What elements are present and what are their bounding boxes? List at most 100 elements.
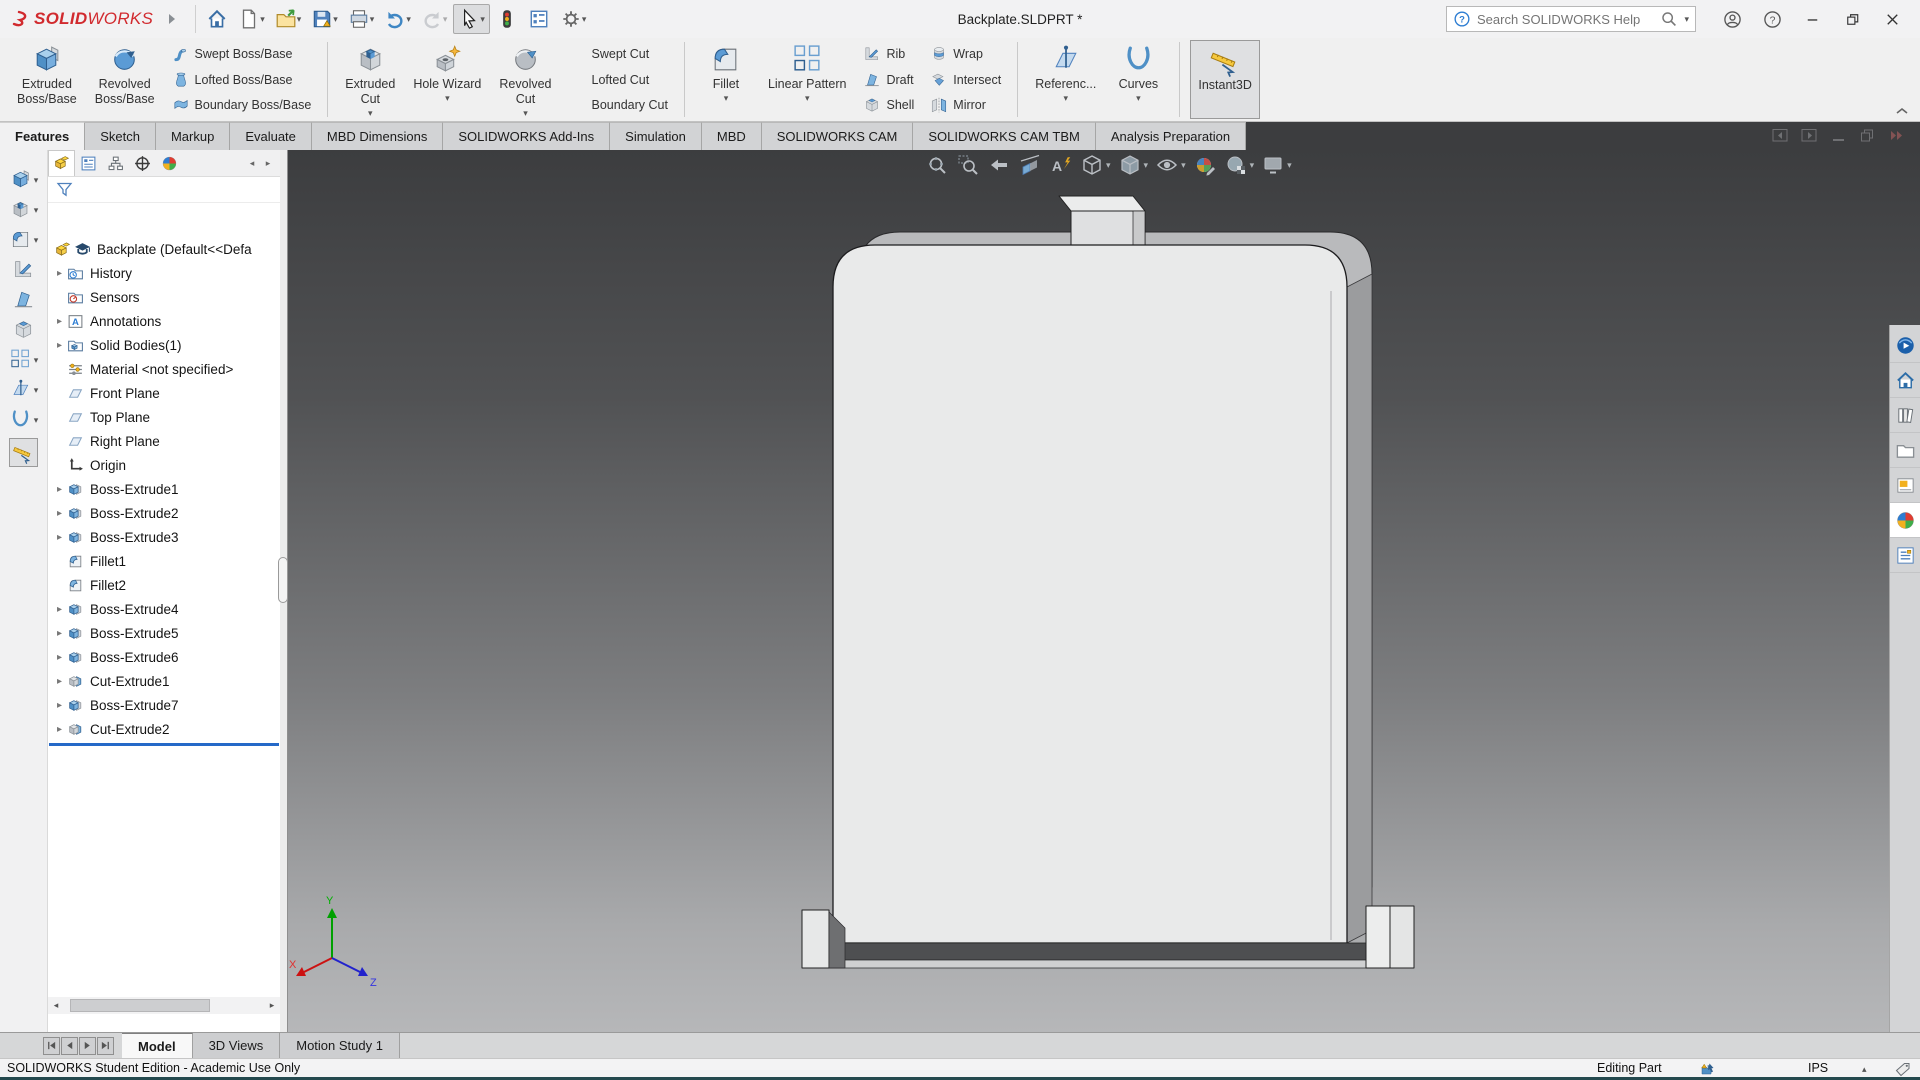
revolved-boss-base-button[interactable]: Revolved Boss/Base (88, 40, 162, 119)
tree-item-boss-extrude5[interactable]: ▸ Boss-Extrude5 (48, 621, 280, 645)
draft-button[interactable]: Draft (859, 70, 918, 90)
expand-arrow-icon[interactable]: ▸ (52, 268, 67, 279)
nav-first-button[interactable] (43, 1036, 60, 1055)
tree-item-boss-extrude6[interactable]: ▸ Boss-Extrude6 (48, 645, 280, 669)
save-button[interactable]: ▾ (307, 5, 342, 33)
open-document-caret-icon[interactable]: ▾ (297, 14, 302, 24)
task-pane-appearances-scenes-button[interactable] (1890, 503, 1920, 538)
close-button[interactable] (1872, 2, 1912, 36)
settings-gear-caret-icon[interactable]: ▾ (582, 14, 587, 24)
doc-tab-3d-views[interactable]: 3D Views (192, 1033, 281, 1058)
tree-item-top-plane[interactable]: Top Plane (48, 405, 280, 429)
tree-item-fillet2[interactable]: Fillet2 (48, 573, 280, 597)
section-view-button[interactable] (1018, 153, 1042, 177)
nav-next-button[interactable] (79, 1036, 96, 1055)
apply-scene-caret-icon[interactable]: ▾ (1250, 160, 1255, 170)
select-cursor-button[interactable]: ▾ (453, 4, 490, 34)
extruded-boss-caret-icon[interactable]: ▾ (34, 175, 39, 185)
tag-icon[interactable] (1894, 1061, 1911, 1077)
print-caret-icon[interactable]: ▾ (370, 14, 375, 24)
display-settings-button[interactable] (492, 5, 522, 33)
curves-caret-icon[interactable]: ▾ (1136, 93, 1141, 103)
tree-item-material-not-specified[interactable]: Material <not specified> (48, 357, 280, 381)
tabs-expand-icon[interactable] (1887, 126, 1906, 145)
expand-arrow-icon[interactable]: ▸ (52, 652, 67, 663)
swept-boss-base-button[interactable]: Swept Boss/Base (168, 44, 316, 64)
settings-gear-button[interactable]: ▾ (556, 5, 591, 33)
instant3d-button[interactable] (9, 438, 38, 467)
manager-tab-displaymanager[interactable] (156, 150, 183, 176)
extruded-cut-caret-icon[interactable]: ▾ (34, 205, 39, 215)
home-button[interactable] (202, 5, 232, 33)
instant3d-button[interactable]: Instant3D (1190, 40, 1260, 119)
curves-button[interactable]: ▾ (9, 408, 38, 431)
select-cursor-caret-icon[interactable]: ▾ (480, 14, 485, 24)
extruded-cut-caret-icon[interactable]: ▾ (368, 108, 373, 118)
tree-item-boss-extrude1[interactable]: ▸ Boss-Extrude1 (48, 477, 280, 501)
graphics-area[interactable]: A ▾ ▾ ▾ ▾ ▾ Y X Z (288, 150, 1920, 1032)
extruded-cut-button[interactable]: Extruded Cut ▾ (338, 40, 402, 119)
minimize-button[interactable] (1792, 2, 1832, 36)
task-pane-design-library-button[interactable] (1890, 398, 1920, 433)
unit-system-selector[interactable]: IPS (1808, 1061, 1828, 1075)
tab-solidworks-cam-tbm[interactable]: SOLIDWORKS CAM TBM (913, 122, 1096, 150)
doc-tab-model[interactable]: Model (122, 1033, 193, 1058)
expand-arrow-icon[interactable]: ▸ (52, 724, 67, 735)
rib-button[interactable] (12, 258, 35, 281)
search-icon[interactable] (1660, 10, 1678, 28)
tree-item-cut-extrude2[interactable]: ▸ Cut-Extrude2 (48, 717, 280, 741)
save-caret-icon[interactable]: ▾ (333, 14, 338, 24)
window-restore-icon[interactable] (1858, 126, 1877, 145)
undo-button[interactable]: ▾ (380, 5, 415, 33)
search-input[interactable] (1477, 11, 1655, 27)
model-backplate[interactable] (288, 150, 1920, 1032)
zoom-fit-button[interactable] (925, 153, 949, 177)
tree-item-front-plane[interactable]: Front Plane (48, 381, 280, 405)
undo-caret-icon[interactable]: ▾ (406, 14, 411, 24)
tree-item-fillet1[interactable]: Fillet1 (48, 549, 280, 573)
expand-arrow-icon[interactable]: ▸ (52, 604, 67, 615)
swept-cut-button[interactable]: Swept Cut (565, 44, 672, 64)
tab-solidworks-cam[interactable]: SOLIDWORKS CAM (761, 122, 914, 150)
task-pane-custom-properties-button[interactable] (1890, 538, 1920, 573)
redo-caret-icon[interactable]: ▾ (443, 14, 448, 24)
revolved-cut-button[interactable]: Revolved Cut ▾ (492, 40, 558, 119)
fillet-button[interactable]: ▾ (9, 228, 39, 251)
logo-flyout-arrow-icon[interactable] (163, 10, 181, 28)
hide-show-items-button[interactable]: ▾ (1155, 153, 1186, 177)
tab-analysis-preparation[interactable]: Analysis Preparation (1095, 122, 1247, 150)
view-orientation-button[interactable]: ▾ (1080, 153, 1111, 177)
task-pane-threedexperience-button[interactable] (1890, 328, 1920, 363)
filter-funnel-icon[interactable] (56, 181, 73, 198)
nav-last-button[interactable] (97, 1036, 114, 1055)
display-style-caret-icon[interactable]: ▾ (1144, 160, 1149, 170)
revolved-cut-caret-icon[interactable]: ▾ (523, 108, 528, 118)
display-style-button[interactable]: ▾ (1118, 153, 1149, 177)
help-search-box[interactable]: ? ▾ (1446, 6, 1696, 32)
tree-item-history[interactable]: ▸ History (48, 261, 280, 285)
manager-tabs-prev-icon[interactable]: ◂ (244, 150, 260, 176)
tab-features[interactable]: Features (0, 122, 86, 150)
view-settings-button[interactable]: ▾ (1261, 153, 1292, 177)
hole-wizard-button[interactable]: Hole Wizard ▾ (406, 40, 488, 119)
linear-pattern-button[interactable]: Linear Pattern ▾ (761, 40, 854, 119)
tab-evaluate[interactable]: Evaluate (230, 122, 312, 150)
tree-item-boss-extrude7[interactable]: ▸ Boss-Extrude7 (48, 693, 280, 717)
manager-tab-configurationmanager[interactable] (102, 150, 129, 176)
mirror-button[interactable]: Mirror (926, 95, 1005, 115)
rib-button[interactable]: Rib (859, 44, 918, 64)
shell-button[interactable] (12, 318, 35, 341)
manager-tab-propertymanager[interactable] (75, 150, 102, 176)
print-button[interactable]: ▾ (344, 5, 379, 33)
linear-pattern-caret-icon[interactable]: ▾ (805, 93, 810, 103)
task-pane-view-palette-button[interactable] (1890, 468, 1920, 503)
tab-sketch[interactable]: Sketch (85, 122, 156, 150)
reference-geometry-button[interactable]: ▾ (9, 378, 38, 401)
fillet-caret-icon[interactable]: ▾ (34, 235, 39, 245)
extruded-cut-button[interactable]: ▾ (9, 198, 39, 221)
doc-tab-motion-study-1[interactable]: Motion Study 1 (280, 1033, 400, 1058)
window-previous-icon[interactable] (1771, 126, 1790, 145)
apply-scene-button[interactable]: ▾ (1224, 153, 1255, 177)
zoom-area-button[interactable] (956, 153, 980, 177)
manager-tab-featuremanager-tree[interactable] (48, 150, 75, 176)
